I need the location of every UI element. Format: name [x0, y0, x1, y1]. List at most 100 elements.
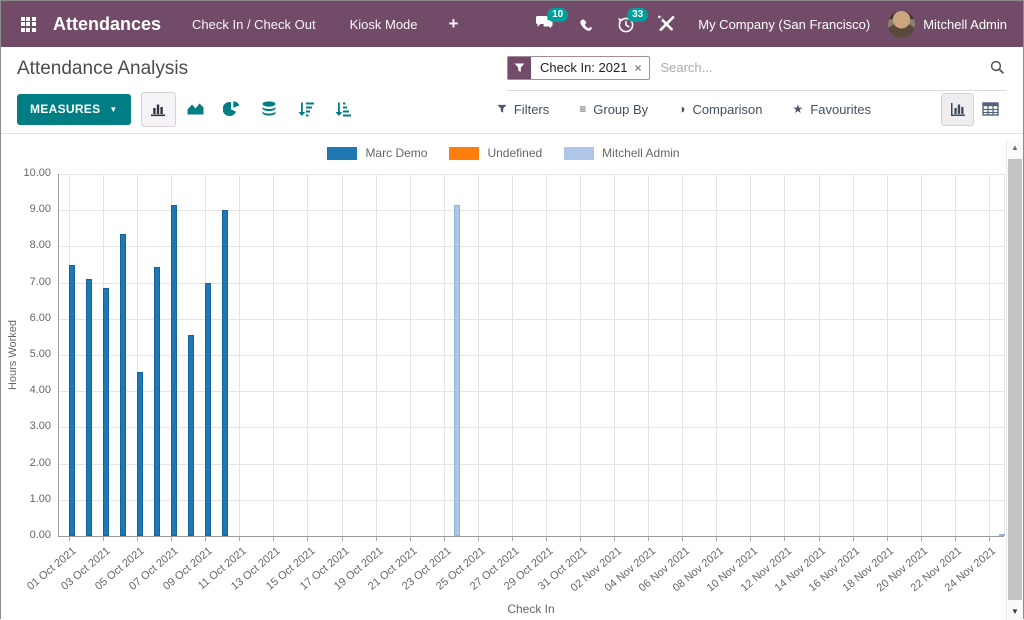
bar-marc-demo[interactable]	[69, 265, 75, 537]
x-tick-mark	[478, 537, 479, 541]
x-tick-mark	[819, 537, 820, 541]
search-icon[interactable]	[990, 60, 1007, 75]
pivot-view-button[interactable]	[974, 93, 1007, 126]
y-gridline	[58, 500, 1004, 501]
bar-chart-icon	[149, 100, 167, 118]
menu-check-in-out[interactable]: Check In / Check Out	[175, 1, 333, 47]
x-tick-mark	[410, 537, 411, 541]
comparison-menu[interactable]: ◑ Comparison	[678, 102, 762, 117]
x-tick-mark	[273, 537, 274, 541]
x-tick-mark	[342, 537, 343, 541]
x-gridline	[478, 174, 479, 536]
x-tick-mark	[921, 537, 922, 541]
vertical-scrollbar[interactable]: ▲ ▼	[1006, 140, 1023, 620]
x-tick-mark	[648, 537, 649, 541]
x-tick-mark	[376, 537, 377, 541]
navbar-systray: 10 33	[524, 1, 1013, 47]
company-switcher[interactable]: My Company (San Francisco)	[686, 17, 882, 32]
menu-kiosk-mode[interactable]: Kiosk Mode	[333, 1, 435, 47]
search-input[interactable]	[650, 60, 990, 75]
bar-marc-demo[interactable]	[205, 283, 211, 536]
bar-marc-demo[interactable]	[171, 205, 177, 536]
x-gridline	[921, 174, 922, 536]
y-tick-label: 2.00	[5, 457, 51, 469]
user-menu[interactable]: Mitchell Admin	[923, 17, 1013, 32]
legend-item[interactable]: Mitchell Admin	[564, 146, 679, 160]
bar-marc-demo[interactable]	[103, 288, 109, 536]
line-chart-button[interactable]	[178, 92, 213, 127]
pie-chart-icon	[223, 100, 241, 118]
filters-menu[interactable]: Filters	[497, 102, 549, 117]
chart-legend: Marc Demo Undefined Mitchell Admin	[1, 146, 1006, 160]
x-tick-mark	[444, 537, 445, 541]
y-gridline	[58, 355, 1004, 356]
graph-view-button[interactable]	[941, 93, 974, 126]
x-gridline	[887, 174, 888, 536]
y-tick-label: 7.00	[5, 276, 51, 288]
sort-ascending-button[interactable]	[326, 92, 361, 127]
x-tick-mark	[307, 537, 308, 541]
search-view: Check In: 2021 ×	[507, 53, 1007, 91]
activities-icon[interactable]: 33	[605, 1, 646, 47]
x-tick-mark	[853, 537, 854, 541]
x-tick-mark	[239, 537, 240, 541]
group-by-menu[interactable]: ≡ Group By	[579, 102, 648, 117]
stacked-button[interactable]	[252, 92, 287, 127]
messages-icon[interactable]: 10	[524, 1, 566, 47]
area-chart-icon	[186, 100, 205, 118]
x-tick-mark	[716, 537, 717, 541]
legend-item[interactable]: Marc Demo	[327, 146, 427, 160]
x-gridline	[512, 174, 513, 536]
x-gridline	[750, 174, 751, 536]
legend-item[interactable]: Undefined	[449, 146, 542, 160]
search-facet[interactable]: Check In: 2021 ×	[507, 56, 650, 80]
legend-swatch	[449, 147, 479, 160]
bar-chart-button[interactable]	[141, 92, 176, 127]
scrollbar-thumb[interactable]	[1008, 159, 1022, 600]
x-tick-mark	[69, 537, 70, 541]
bar-mitchell-admin[interactable]	[999, 534, 1005, 536]
phone-icon[interactable]	[566, 1, 605, 47]
caret-down-icon: ▼	[109, 105, 117, 114]
bar-mitchell-admin[interactable]	[454, 205, 460, 536]
x-gridline	[342, 174, 343, 536]
x-tick-mark	[171, 537, 172, 541]
tools-icon[interactable]	[646, 1, 686, 47]
facet-remove-icon[interactable]: ×	[634, 57, 649, 79]
user-avatar[interactable]	[888, 11, 915, 38]
y-tick-label: 8.00	[5, 239, 51, 251]
bar-marc-demo[interactable]	[86, 279, 92, 536]
y-tick-label: 4.00	[5, 384, 51, 396]
bar-marc-demo[interactable]	[188, 335, 194, 536]
x-gridline	[580, 174, 581, 536]
y-gridline	[58, 283, 1004, 284]
pie-chart-button[interactable]	[215, 92, 250, 127]
messages-badge: 10	[547, 8, 568, 22]
legend-swatch	[564, 147, 594, 160]
plus-button[interactable]: +	[435, 1, 473, 47]
measures-button[interactable]: MEASURES ▼	[17, 94, 131, 125]
x-tick-mark	[887, 537, 888, 541]
y-tick-label: 0.00	[5, 529, 51, 541]
apps-menu-icon[interactable]	[11, 7, 45, 41]
y-gridline	[58, 391, 1004, 392]
app-name[interactable]: Attendances	[53, 14, 161, 35]
chart-content: Marc DemoUndefinedMitchell Admin Hours W…	[1, 134, 1023, 620]
bar-marc-demo[interactable]	[137, 372, 143, 536]
favourites-menu[interactable]: ★ Favourites	[793, 102, 871, 117]
x-gridline	[853, 174, 854, 536]
bar-marc-demo[interactable]	[120, 234, 126, 536]
bar-marc-demo[interactable]	[222, 210, 228, 536]
sort-descending-button[interactable]	[289, 92, 324, 127]
x-tick-mark	[103, 537, 104, 541]
x-gridline	[546, 174, 547, 536]
x-gridline	[273, 174, 274, 536]
legend-label: Mitchell Admin	[602, 146, 679, 160]
scrollbar-up-icon[interactable]: ▲	[1007, 140, 1023, 155]
bar-marc-demo[interactable]	[154, 267, 160, 536]
x-tick-mark	[682, 537, 683, 541]
scrollbar-down-icon[interactable]: ▼	[1007, 604, 1023, 619]
x-tick-mark	[205, 537, 206, 541]
legend-label: Marc Demo	[365, 146, 427, 160]
attendance-bar-chart: Marc DemoUndefinedMitchell Admin Hours W…	[1, 134, 1006, 620]
